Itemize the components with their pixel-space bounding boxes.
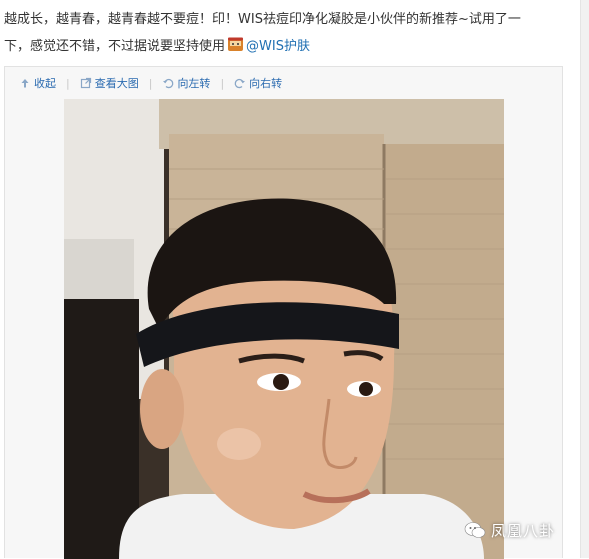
collapse-arrow-icon xyxy=(21,79,29,88)
rotate-right-button[interactable]: 向右转 xyxy=(234,75,282,91)
mention-link[interactable]: @WIS护肤 xyxy=(246,39,310,54)
collapse-button[interactable]: 收起 xyxy=(19,75,56,91)
selfie-illustration xyxy=(64,99,504,559)
collapse-label: 收起 xyxy=(34,77,56,90)
toolbar-separator: | xyxy=(220,76,225,90)
scrollbar[interactable] xyxy=(580,0,589,558)
view-large-label: 查看大图 xyxy=(94,77,139,90)
wechat-watermark: 凤凰八卦 xyxy=(464,518,555,542)
post-photo[interactable] xyxy=(64,99,504,559)
view-large-icon xyxy=(80,77,91,89)
rotate-right-icon xyxy=(234,78,246,89)
post-line-2-text: 下，感觉还不错，不过据说要坚持使用 xyxy=(4,39,226,54)
post-text: 越成长，越青春，越青春越不要痘！印！WIS祛痘印净化凝胶是小伙伴的新推荐~试用了… xyxy=(4,6,579,60)
wechat-icon xyxy=(464,522,486,538)
rotate-right-label: 向右转 xyxy=(249,77,283,90)
emoji-icon xyxy=(228,37,244,51)
rotate-left-button[interactable]: 向左转 xyxy=(162,75,210,91)
toolbar-separator: | xyxy=(148,76,153,90)
view-large-button[interactable]: 查看大图 xyxy=(80,75,139,91)
rotate-left-label: 向左转 xyxy=(177,77,211,90)
post-line-2: 下，感觉还不错，不过据说要坚持使用 @WIS护肤 xyxy=(4,33,579,60)
watermark-text: 凤凰八卦 xyxy=(491,521,556,540)
toolbar-separator: | xyxy=(66,76,70,90)
media-box: 收起 | 查看大图 | 向左转 | 向右转 xyxy=(4,66,563,559)
image-toolbar: 收起 | 查看大图 | 向左转 | 向右转 xyxy=(19,73,282,93)
post-line-1: 越成长，越青春，越青春越不要痘！印！WIS祛痘印净化凝胶是小伙伴的新推荐~试用了… xyxy=(4,12,521,27)
rotate-left-icon xyxy=(163,78,174,89)
